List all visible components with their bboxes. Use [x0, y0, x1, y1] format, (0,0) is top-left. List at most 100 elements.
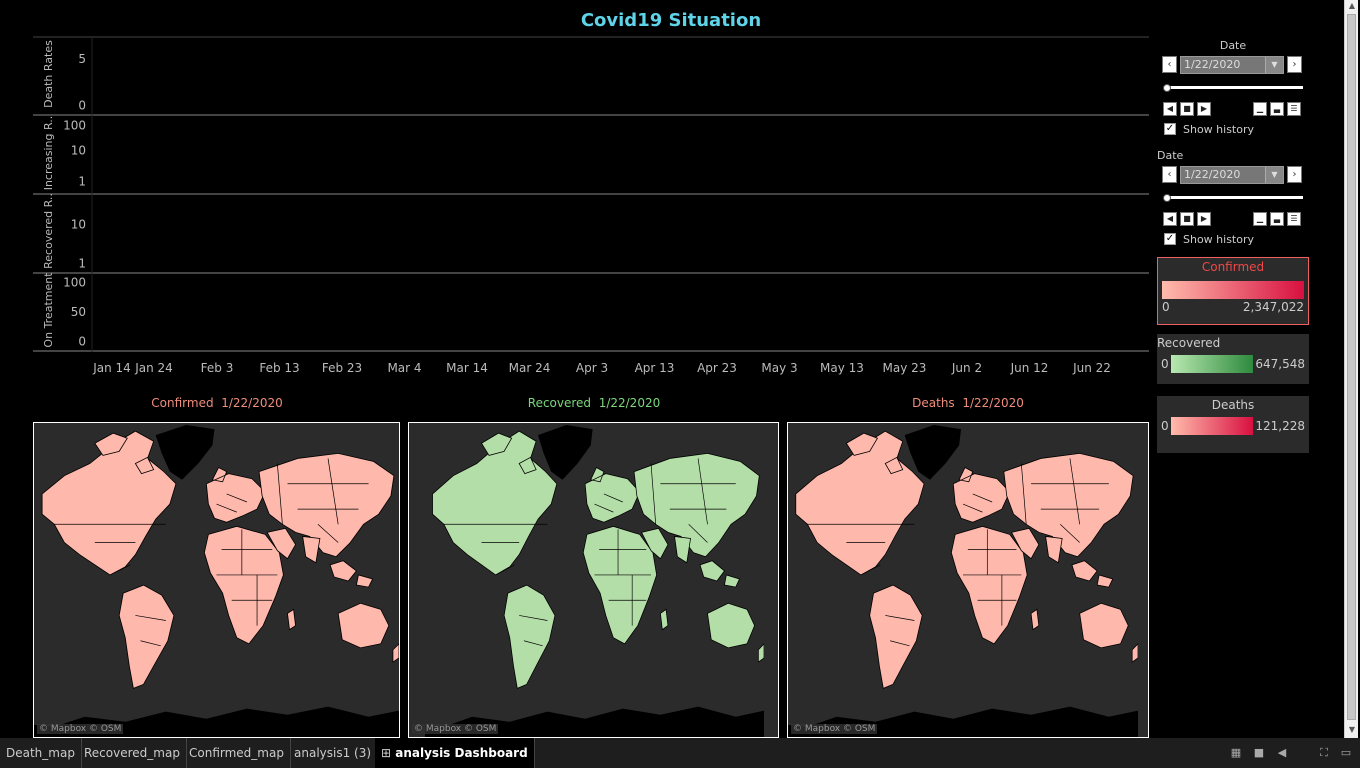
speed-fast-button[interactable]: ☰: [1287, 102, 1301, 116]
map-title-deaths-label: Deaths: [912, 396, 955, 410]
speed-fast-icon: ☰: [1290, 214, 1298, 223]
y-tick-label: 50: [71, 305, 86, 319]
x-tick-label: May 3: [761, 361, 797, 375]
confirmed-legend-max: 2,347,022: [1242, 300, 1304, 314]
pane-label-on-treatment: On Treatment: [42, 272, 55, 348]
vertical-scrollbar[interactable]: ▲ ▼: [1344, 0, 1358, 738]
y-tick-label: 100: [63, 118, 86, 132]
play-back-button[interactable]: ◀: [1163, 212, 1177, 226]
date-filter-1-select[interactable]: 1/22/2020 ▼: [1180, 56, 1284, 74]
pause-button[interactable]: ■: [1180, 102, 1194, 116]
speed-slow-icon: ▁: [1256, 104, 1264, 113]
map-attribution[interactable]: © Mapbox © OSM: [37, 724, 124, 734]
x-tick-label: Jun 22: [1072, 361, 1111, 375]
filmstrip-view-icon[interactable]: ▦: [1230, 747, 1242, 759]
y-tick-label: 0: [78, 99, 86, 113]
chevron-left-icon: ‹: [1167, 169, 1172, 180]
play-forward-button[interactable]: ▶: [1197, 102, 1211, 116]
speed-medium-icon: ▃: [1273, 104, 1281, 113]
confirmed-legend-min: 0: [1162, 300, 1170, 314]
play-back-button[interactable]: ◀: [1163, 102, 1177, 116]
deaths-map[interactable]: © Mapbox © OSM: [787, 422, 1149, 738]
tab-death-map[interactable]: Death_map: [0, 738, 82, 768]
recovered-world-map: [425, 423, 764, 737]
deaths-legend-min: 0: [1161, 419, 1169, 433]
pane-label-increasing-rate: Increasing R..: [42, 115, 55, 191]
fullscreen-icon[interactable]: ⛶: [1318, 747, 1330, 759]
date-filter-2-value: 1/22/2020: [1184, 168, 1241, 181]
x-tick-label: Apr 13: [635, 361, 675, 375]
show-history-2-checkbox[interactable]: ✓: [1164, 233, 1176, 245]
speed-medium-button[interactable]: ▃: [1270, 212, 1284, 226]
scroll-down-icon[interactable]: ▼: [1345, 725, 1359, 737]
x-tick-label: Apr 3: [576, 361, 608, 375]
country-shape-australia[interactable]: [337, 602, 390, 649]
scrollbar-thumb[interactable]: [1347, 14, 1356, 720]
country-shape-australia[interactable]: [707, 602, 755, 649]
date-filter-2-slider-handle[interactable]: [1163, 194, 1171, 202]
pane-label-death-rates: Death Rates: [42, 40, 55, 108]
country-shape-australia[interactable]: [1079, 602, 1129, 649]
recovered-map[interactable]: © Mapbox © OSM: [408, 422, 779, 738]
recovered-legend-ramp: [1171, 355, 1253, 373]
play-forward-button[interactable]: ▶: [1197, 212, 1211, 226]
show-history-1-checkbox[interactable]: ✓: [1164, 123, 1176, 135]
pause-button[interactable]: ■: [1180, 212, 1194, 226]
step-back-icon: ◀: [1166, 104, 1174, 113]
tab-recovered-map[interactable]: Recovered_map: [78, 738, 187, 768]
speed-fast-button[interactable]: ☰: [1287, 212, 1301, 226]
y-tick-label: 5: [78, 52, 86, 66]
x-tick-label: Jun 12: [1010, 361, 1049, 375]
tab-analysis-dashboard-label: analysis Dashboard: [395, 746, 528, 760]
recovered-legend[interactable]: Recovered 0 647,548: [1157, 334, 1309, 384]
dashboard-app: Covid19 Situation 5 0 100 10 1 10 1 100 50 0 Jan 1…: [0, 0, 1360, 768]
tab-analysis-dashboard[interactable]: ⊞ analysis Dashboard: [375, 738, 535, 768]
tab-confirmed-map[interactable]: Confirmed_map: [183, 738, 291, 768]
show-history-2-label[interactable]: Show history: [1183, 233, 1254, 246]
show-history-1-label[interactable]: Show history: [1183, 123, 1254, 136]
stop-icon: ■: [1183, 104, 1191, 113]
play-icon: ▶: [1200, 104, 1208, 113]
x-tick-label: Feb 13: [259, 361, 299, 375]
date-filter-1-slider-handle[interactable]: [1163, 84, 1171, 92]
date-filter-1-slider[interactable]: [1165, 86, 1303, 89]
speed-medium-icon: ▃: [1273, 214, 1281, 223]
y-tick-label: 1: [78, 257, 86, 271]
confirmed-legend[interactable]: Confirmed 0 2,347,022: [1157, 257, 1309, 325]
confirmed-legend-title: Confirmed: [1201, 260, 1265, 274]
map-attribution[interactable]: © Mapbox © OSM: [412, 724, 499, 734]
deaths-legend-max: 121,228: [1255, 419, 1305, 433]
date-filter-1-prev-button[interactable]: ‹: [1162, 56, 1177, 73]
map-attribution[interactable]: © Mapbox © OSM: [791, 724, 878, 734]
y-tick-label: 1: [78, 175, 86, 189]
x-tick-label: May 13: [820, 361, 864, 375]
x-tick-label: Jan 14: [92, 361, 131, 375]
trend-chart[interactable]: 5 0 100 10 1 10 1 100 50 0 Jan 14 Jan 24 Feb 3 Feb 13…: [0, 36, 1152, 382]
presentation-icon[interactable]: ▭: [1340, 747, 1352, 759]
x-tick-label: Mar 24: [509, 361, 551, 375]
deaths-legend[interactable]: Deaths 0 121,228: [1157, 396, 1309, 453]
speed-slow-button[interactable]: ▁: [1253, 212, 1267, 226]
map-title-recovered: Recovered 1/22/2020: [409, 396, 779, 410]
date-filter-2-prev-button[interactable]: ‹: [1162, 166, 1177, 183]
scroll-tabs-left-icon[interactable]: ◀: [1276, 747, 1288, 759]
date-filter-2-select[interactable]: 1/22/2020 ▼: [1180, 166, 1284, 184]
date-filter-2-next-button[interactable]: ›: [1287, 166, 1302, 183]
pane-label-recovered-rate: Recovered R..: [42, 193, 55, 269]
map-title-confirmed: Confirmed 1/22/2020: [34, 396, 400, 410]
speed-slow-button[interactable]: ▁: [1253, 102, 1267, 116]
date-filter-2-slider[interactable]: [1165, 196, 1303, 199]
deaths-legend-title: Deaths: [1211, 398, 1255, 412]
tab-view-icon[interactable]: ■: [1253, 747, 1265, 759]
dashboard-grid-icon: ⊞: [381, 746, 392, 760]
confirmed-map[interactable]: © Mapbox © OSM: [33, 422, 400, 738]
date-filter-1-next-button[interactable]: ›: [1287, 56, 1302, 73]
map-title-recovered-label: Recovered: [527, 396, 592, 410]
speed-medium-button[interactable]: ▃: [1270, 102, 1284, 116]
tab-analysis1-3[interactable]: analysis1 (3): [288, 738, 379, 768]
x-tick-label: Jun 2: [951, 361, 982, 375]
scroll-up-icon[interactable]: ▲: [1345, 1, 1359, 13]
chevron-right-icon: ›: [1292, 59, 1297, 70]
map-title-deaths: Deaths 1/22/2020: [788, 396, 1148, 410]
x-tick-label: Feb 23: [322, 361, 362, 375]
